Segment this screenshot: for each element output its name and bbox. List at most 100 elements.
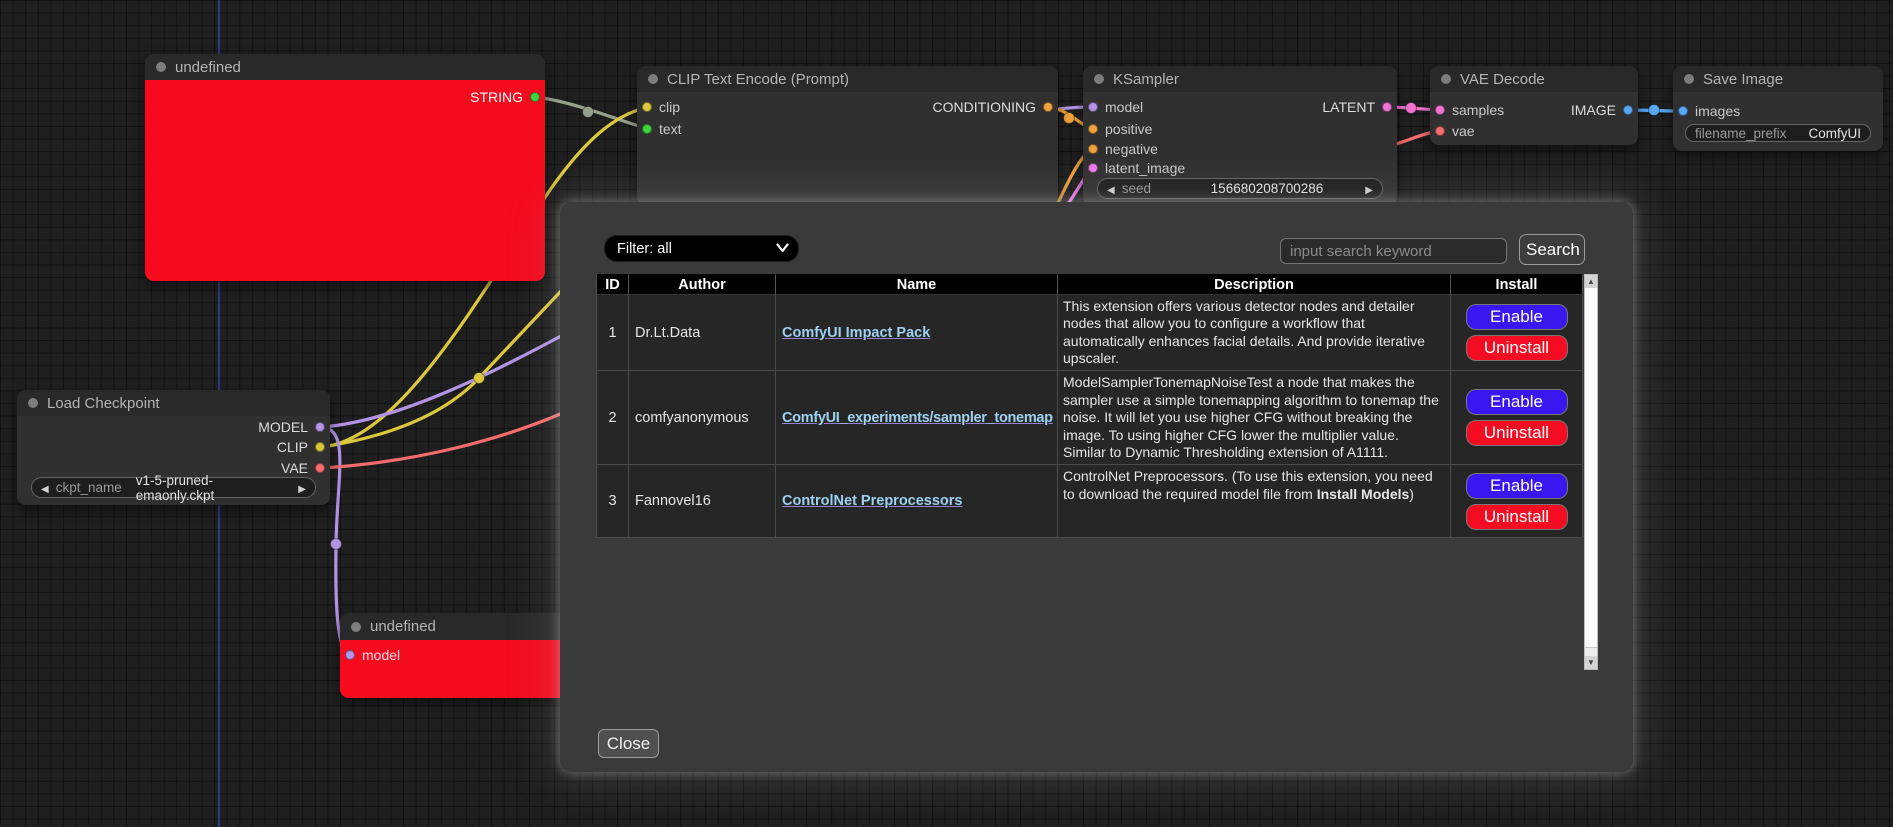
output-port-vae[interactable] [315,463,325,473]
node-load-checkpoint[interactable]: Load Checkpoint MODEL CLIP VAE ckpt_name… [17,390,330,505]
table-row: 3 Fannovel16 ControlNet Preprocessors Co… [597,465,1582,538]
extension-link[interactable]: ControlNet Preprocessors [782,493,963,509]
node-body: images filename_prefix ComfyUI [1673,92,1883,151]
output-label: LATENT [1322,99,1375,115]
input-label: text [659,121,682,137]
filter-dropdown[interactable]: Filter: all [604,235,799,262]
scrollbar-thumb[interactable] [1585,288,1597,648]
enable-button[interactable]: Enable [1466,304,1568,330]
widget-label: seed [1122,181,1151,196]
node-title-bar[interactable]: KSampler [1083,66,1397,92]
cell-description: This extension offers various detector n… [1058,295,1451,371]
input-port-model[interactable] [1088,102,1098,112]
scroll-up-icon[interactable] [1585,275,1597,288]
search-input[interactable] [1280,238,1507,264]
output-port-model[interactable] [315,422,325,432]
uninstall-button[interactable]: Uninstall [1466,335,1568,361]
wire-midpoint-dot [1064,113,1075,124]
node-title-bar[interactable]: Load Checkpoint [17,390,330,416]
node-title-bar[interactable]: undefined [340,613,570,640]
output-label: STRING [470,89,523,105]
node-undefined-top[interactable]: undefined STRING [145,54,545,281]
wire-string-to-text [535,97,645,128]
wire-midpoint-dot [474,373,485,384]
input-port-model[interactable] [345,650,355,660]
input-label: positive [1105,121,1152,137]
output-port-string[interactable] [530,92,540,102]
wire-midpoint-dot [331,539,342,550]
wire-vae-left [322,412,565,468]
node-title-bar[interactable]: CLIP Text Encode (Prompt) [637,66,1058,92]
uninstall-button[interactable]: Uninstall [1466,504,1568,530]
wire-midpoint-dot [583,107,594,118]
extension-manager-dialog: Filter: all Search ID Author Name Descri… [560,202,1633,772]
wire-clip-secondary [322,255,595,447]
cell-author: comfyanonymous [629,371,776,465]
input-port-images[interactable] [1678,106,1688,116]
filename-prefix-widget[interactable]: filename_prefix ComfyUI [1685,124,1871,142]
enable-button[interactable]: Enable [1466,473,1568,499]
input-label: model [1105,99,1143,115]
node-body: MODEL CLIP VAE ckpt_name v1-5-pruned-ema… [17,416,330,505]
output-port-conditioning[interactable] [1043,102,1053,112]
increment-arrow-icon[interactable] [298,480,306,495]
decrement-arrow-icon[interactable] [1107,181,1115,196]
node-title: KSampler [1113,71,1179,88]
seed-widget[interactable]: seed 156680208700286 [1097,178,1383,199]
extension-link[interactable]: ComfyUI_experiments/sampler_tonemap [782,410,1053,426]
enable-button[interactable]: Enable [1466,389,1568,415]
input-port-latent-image[interactable] [1088,163,1098,173]
header-author: Author [629,274,776,295]
node-body: model positive negative latent_image LAT… [1083,92,1397,206]
widget-label: ckpt_name [56,480,122,495]
input-label: negative [1105,141,1158,157]
header-name: Name [776,274,1058,295]
cell-author: Dr.Lt.Data [629,295,776,371]
node-title-bar[interactable]: Save Image [1673,66,1883,92]
node-vae-decode[interactable]: VAE Decode samples vae IMAGE [1430,66,1638,145]
decrement-arrow-icon[interactable] [41,480,49,495]
output-label: VAE [281,460,308,476]
input-port-samples[interactable] [1435,105,1445,115]
output-label: CLIP [277,439,308,455]
input-label: samples [1452,102,1504,118]
input-label: model [362,647,400,663]
node-ksampler[interactable]: KSampler model positive negative latent_… [1083,66,1397,206]
scroll-down-icon[interactable] [1585,656,1597,669]
node-save-image[interactable]: Save Image images filename_prefix ComfyU… [1673,66,1883,151]
node-dot-icon [648,74,658,84]
close-button[interactable]: Close [598,729,659,758]
cell-description: ControlNet Preprocessors. (To use this e… [1058,465,1451,538]
node-dot-icon [1094,74,1104,84]
table-row: 1 Dr.Lt.Data ComfyUI Impact Pack This ex… [597,295,1582,371]
output-port-image[interactable] [1623,105,1633,115]
search-button[interactable]: Search [1519,234,1585,265]
node-body: STRING [145,80,545,281]
table-scrollbar[interactable] [1584,274,1598,670]
extension-link[interactable]: ComfyUI Impact Pack [782,325,930,341]
increment-arrow-icon[interactable] [1365,181,1373,196]
widget-value: 156680208700286 [1211,181,1324,196]
cell-description: ModelSamplerTonemapNoiseTest a node that… [1058,371,1451,465]
node-undefined-bottom[interactable]: undefined model [340,613,570,698]
input-port-clip[interactable] [642,102,652,112]
node-title: undefined [175,59,241,76]
node-title-bar[interactable]: VAE Decode [1430,66,1638,92]
output-port-clip[interactable] [315,442,325,452]
input-port-vae[interactable] [1435,126,1445,136]
ckpt-name-widget[interactable]: ckpt_name v1-5-pruned-emaonly.ckpt [31,477,316,498]
node-canvas[interactable]: undefined STRING CLIP Text Encode (Promp… [0,0,1893,827]
input-port-positive[interactable] [1088,124,1098,134]
cell-id: 1 [597,295,629,371]
node-clip-text-encode[interactable]: CLIP Text Encode (Prompt) clip text COND… [637,66,1058,206]
uninstall-button[interactable]: Uninstall [1466,420,1568,446]
node-title-bar[interactable]: undefined [145,54,545,80]
input-port-text[interactable] [642,124,652,134]
output-label: MODEL [258,419,308,435]
input-port-negative[interactable] [1088,144,1098,154]
table-header-row: ID Author Name Description Install [597,274,1582,295]
wire-midpoint-dot [1406,103,1417,114]
input-label: clip [659,99,680,115]
cell-install: Enable Uninstall [1451,371,1583,465]
output-port-latent[interactable] [1382,102,1392,112]
